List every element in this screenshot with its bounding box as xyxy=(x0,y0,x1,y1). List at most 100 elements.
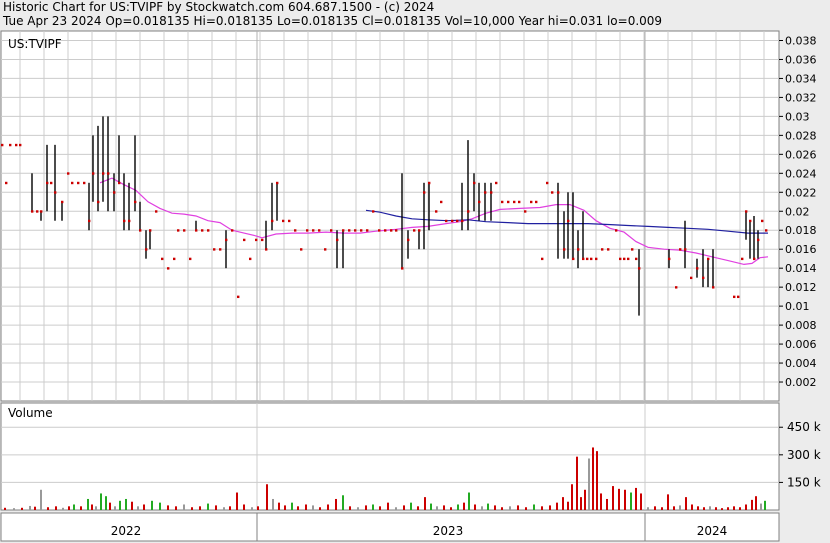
close-tick xyxy=(407,238,410,242)
volume-bar xyxy=(73,504,75,510)
close-tick xyxy=(107,172,110,175)
volume-bar xyxy=(685,497,687,510)
close-tick xyxy=(390,229,393,232)
price-tick-label: 0.012 xyxy=(785,281,817,294)
volume-bar xyxy=(151,500,153,510)
close-tick xyxy=(413,229,416,232)
volume-bar xyxy=(580,497,582,510)
close-tick xyxy=(696,267,699,270)
close-tick xyxy=(360,229,363,232)
close-tick xyxy=(19,143,22,147)
close-tick xyxy=(595,257,598,261)
volume-bar xyxy=(40,489,42,510)
year-label: 2023 xyxy=(433,524,464,538)
close-tick xyxy=(54,191,57,194)
volume-bar xyxy=(87,498,89,510)
volume-bar xyxy=(251,507,253,510)
close-tick xyxy=(5,181,8,185)
volume-bar xyxy=(387,502,389,510)
close-tick xyxy=(546,181,549,185)
volume-bar xyxy=(640,493,642,510)
volume-bar xyxy=(721,508,723,510)
volume-bar xyxy=(312,505,314,510)
close-tick xyxy=(456,219,459,223)
close-tick xyxy=(582,257,585,261)
close-tick xyxy=(761,219,764,223)
close-tick xyxy=(271,219,274,223)
volume-bar xyxy=(291,502,293,510)
volume-bar xyxy=(463,502,465,510)
volume-bar xyxy=(105,496,107,510)
volume-bar xyxy=(596,451,598,510)
volume-bar xyxy=(199,506,201,510)
close-tick xyxy=(473,181,476,185)
close-tick xyxy=(61,200,64,204)
close-tick xyxy=(428,181,431,185)
volume-bar xyxy=(91,504,93,510)
close-tick xyxy=(288,219,291,223)
close-tick xyxy=(161,257,164,261)
close-tick xyxy=(1,143,4,147)
volume-bar xyxy=(509,506,511,510)
close-tick xyxy=(635,257,638,261)
close-tick xyxy=(535,200,538,204)
close-tick xyxy=(366,229,369,232)
close-tick xyxy=(627,257,630,261)
volume-bar xyxy=(576,456,578,510)
volume-bar xyxy=(327,504,329,510)
volume-bar xyxy=(319,507,321,510)
close-tick xyxy=(167,267,170,270)
price-tick-label: 0.002 xyxy=(785,376,817,389)
volume-bar xyxy=(457,504,459,510)
volume-bar xyxy=(727,507,729,510)
volume-bar xyxy=(357,507,359,510)
volume-bar xyxy=(143,504,145,510)
close-tick xyxy=(551,191,554,194)
close-tick xyxy=(586,257,589,261)
volume-bar xyxy=(95,506,97,510)
volume-bar xyxy=(229,506,231,510)
close-tick xyxy=(195,229,198,232)
volume-bar xyxy=(21,507,23,510)
volume-bar xyxy=(47,507,49,510)
volume-bar xyxy=(635,487,637,510)
close-tick xyxy=(9,143,12,147)
close-tick xyxy=(71,181,74,185)
close-tick xyxy=(745,210,748,213)
close-tick xyxy=(219,248,222,251)
close-tick xyxy=(623,257,626,261)
volume-bar xyxy=(305,504,307,510)
close-tick xyxy=(749,219,752,223)
volume-bar xyxy=(175,506,177,510)
close-tick xyxy=(765,229,768,232)
volume-bar xyxy=(612,486,614,510)
close-tick xyxy=(557,191,560,194)
volume-bar xyxy=(715,507,717,510)
close-tick xyxy=(384,229,387,232)
close-tick xyxy=(607,248,610,251)
close-tick xyxy=(50,181,53,185)
close-tick xyxy=(707,257,710,261)
close-tick xyxy=(243,238,246,242)
price-tick-label: 0.004 xyxy=(785,357,817,370)
close-tick xyxy=(97,200,100,204)
volume-bar xyxy=(109,502,111,510)
close-tick xyxy=(348,229,351,232)
price-tick-label: 0.014 xyxy=(785,262,817,275)
volume-bar xyxy=(342,495,344,510)
volume-bar xyxy=(417,506,419,510)
close-tick xyxy=(177,229,180,232)
close-tick xyxy=(530,200,533,204)
close-tick xyxy=(541,257,544,261)
close-tick xyxy=(395,229,398,232)
close-tick xyxy=(36,210,39,213)
volume-bar xyxy=(236,492,238,510)
close-tick xyxy=(401,267,404,270)
volume-bar xyxy=(517,505,519,510)
volume-bar xyxy=(430,503,432,510)
close-tick xyxy=(306,229,309,232)
price-tick-label: 0.036 xyxy=(785,53,817,66)
volume-bar xyxy=(600,493,602,510)
close-tick xyxy=(330,229,333,232)
price-volume-chart: 0.002 0.004 0.006 0.008 0.01 0.012 0.014 0.016 0… xyxy=(0,30,821,542)
